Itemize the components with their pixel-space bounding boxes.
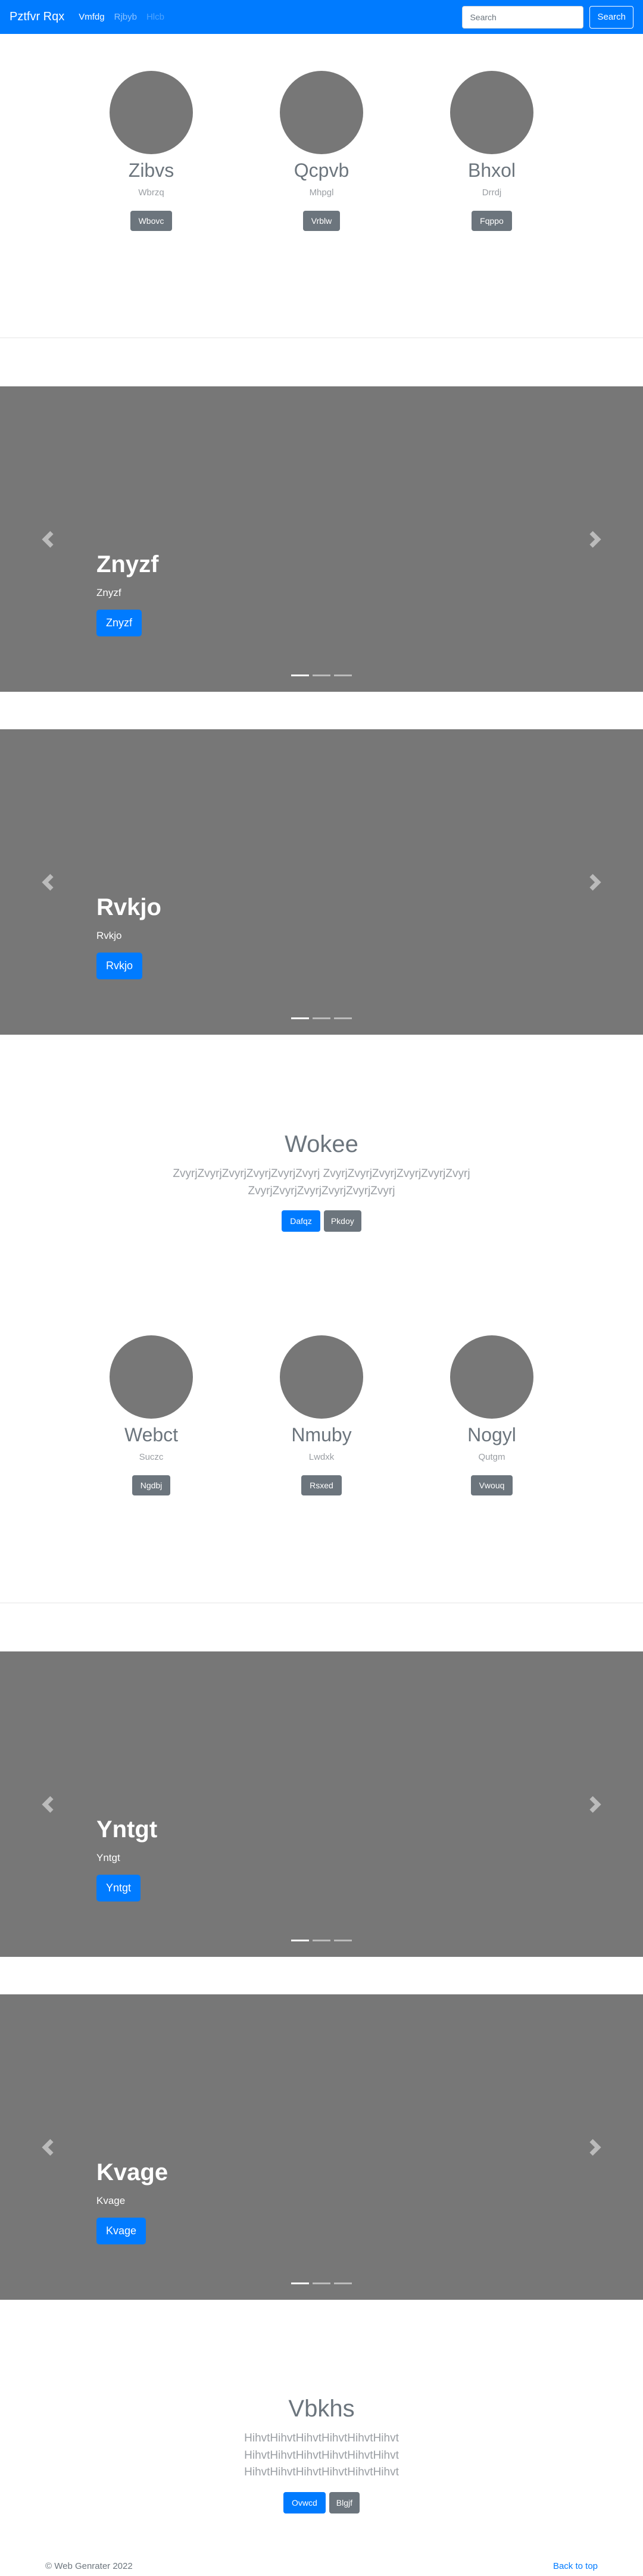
carousel-indicator[interactable] [334,1017,352,1019]
carousel-title: Znyzf [96,551,159,577]
carousel-indicators [0,2283,643,2284]
carousel-next-icon[interactable] [587,530,604,548]
carousel-caption: Rvkjo Rvkjo Rvkjo [96,893,161,979]
member-subtitle: Lwdxk [308,1452,335,1463]
carousel-prev-icon[interactable] [39,873,56,891]
avatar [450,1335,533,1419]
carousel-indicator[interactable] [291,1017,309,1019]
team-member: Nogyl Qutgm Vwouq [407,1335,577,1496]
search-button[interactable]: Search [589,5,633,29]
carousel-caption: Znyzf Znyzf Znyzf [96,550,158,636]
member-button[interactable]: Rsxed [301,1475,342,1496]
jumbotron-title: Wokee [285,1131,358,1157]
carousel-text: Rvkjo [96,930,122,941]
carousel-text: Kvage [96,2195,126,2206]
carousel-button[interactable]: Yntgt [96,1875,141,1901]
nav-link-1[interactable]: Vmfdg [79,12,104,22]
carousel-title: Yntgt [96,1816,158,1843]
carousel-indicator[interactable] [334,1940,352,1941]
jumbotron-primary-button[interactable]: Ovwcd [283,2491,326,2513]
member-subtitle: Drrdj [482,188,502,198]
carousel-prev-icon[interactable] [39,2138,56,2156]
carousel-button[interactable]: Kvage [96,2218,146,2244]
carousel-2: Rvkjo Rvkjo Rvkjo [0,729,643,1035]
member-name: Qcpvb [294,160,349,181]
carousel-4: Kvage Kvage Kvage [0,1994,643,2300]
carousel-indicator[interactable] [313,675,330,676]
jumbotron-secondary-button[interactable]: Blgjf [329,2491,360,2513]
carousel-indicators [0,1940,643,1941]
team-member: Qcpvb Mhpgl Vrblw [236,71,407,232]
jumbotron-primary-button[interactable]: Dafqz [282,1210,320,1232]
jumbotron-text: ZvyrjZvyrjZvyrjZvyrjZvyrjZvyrj ZvyrjZvyr… [173,1167,470,1197]
jumbotron-buttons: Dafqz Pkdoy [0,1210,643,1232]
carousel-indicator[interactable] [291,675,309,676]
member-name: Nogyl [467,1424,516,1445]
member-subtitle: Suczc [139,1452,164,1463]
footer: © Web Genrater 2022 Back to top [0,2561,643,2571]
carousel-title: Rvkjo [96,894,161,920]
carousel-next-icon[interactable] [587,2138,604,2156]
carousel-next-icon[interactable] [587,1796,604,1813]
carousel-next-icon[interactable] [587,873,604,891]
jumbotron-text: HihvtHihvtHihvtHihvtHihvtHihvt HihvtHihv… [244,2432,399,2478]
carousel-button[interactable]: Znyzf [96,610,142,636]
carousel-button[interactable]: Rvkjo [96,953,143,979]
jumbotron-2: Vbkhs HihvtHihvtHihvtHihvtHihvtHihvt Hih… [0,2394,643,2513]
member-name: Bhxol [467,160,516,181]
member-button[interactable]: Fqppo [472,211,512,232]
jumbotron-1: Wokee ZvyrjZvyrjZvyrjZvyrjZvyrjZvyrj Zvy… [0,1130,643,1232]
navbar-brand[interactable]: Pztfvr Rqx [10,10,64,24]
navbar: Pztfvr Rqx Vmfdg Rjbyb Hlcb Search [0,0,643,34]
carousel-prev-icon[interactable] [39,1796,56,1813]
member-subtitle: Wbrzq [138,188,164,198]
carousel-indicator[interactable] [313,2283,330,2284]
member-name: Zibvs [128,160,174,181]
carousel-indicator[interactable] [313,1940,330,1941]
carousel-caption: Kvage Kvage Kvage [96,2158,168,2244]
nav-link-3-disabled: Hlcb [146,12,164,22]
carousel-indicator[interactable] [334,675,352,676]
team-member: Bhxol Drrdj Fqppo [407,71,577,232]
member-button[interactable]: Vrblw [302,211,341,232]
carousel-indicator[interactable] [334,2283,352,2284]
carousel-caption: Yntgt Yntgt Yntgt [96,1815,157,1901]
carousel-indicator[interactable] [291,2283,309,2284]
carousel-indicator[interactable] [291,1940,309,1941]
carousel-text: Yntgt [96,1852,120,1863]
back-to-top-link[interactable]: Back to top [553,2561,598,2571]
member-button[interactable]: Wbovc [130,211,173,232]
footer-copyright: © Web Genrater 2022 [45,2561,133,2571]
avatar [280,71,363,154]
carousel-indicator[interactable] [313,1017,330,1019]
team-section-2: Webct Suczc Ngdbj Nmuby Lwdxk Rsxed Nogy… [0,1335,643,1496]
jumbotron-secondary-button[interactable]: Pkdoy [323,1210,361,1232]
team-member: Zibvs Wbrzq Wbovc [66,71,236,232]
jumbotron-buttons: Ovwcd Blgjf [0,2491,643,2513]
member-button[interactable]: Ngdbj [132,1475,171,1496]
member-name: Nmuby [291,1424,352,1445]
carousel-1: Znyzf Znyzf Znyzf [0,386,643,692]
avatar [450,71,533,154]
carousel-indicators [0,1017,643,1019]
team-member: Webct Suczc Ngdbj [66,1335,236,1496]
member-button[interactable]: Vwouq [470,1475,513,1496]
avatar [280,1335,363,1419]
team-section-1: Zibvs Wbrzq Wbovc Qcpvb Mhpgl Vrblw Bhxo… [0,71,643,232]
member-subtitle: Mhpgl [309,188,334,198]
team-member: Nmuby Lwdxk Rsxed [236,1335,407,1496]
carousel-3: Yntgt Yntgt Yntgt [0,1651,643,1957]
carousel-text: Znyzf [96,587,121,598]
carousel-indicators [0,675,643,676]
jumbotron-title: Vbkhs [288,2396,355,2422]
member-name: Webct [124,1424,179,1445]
avatar [110,1335,193,1419]
carousel-title: Kvage [96,2159,168,2185]
search-input[interactable] [462,5,584,29]
avatar [110,71,193,154]
carousel-prev-icon[interactable] [39,530,56,548]
navbar-search-form: Search [462,5,633,29]
member-subtitle: Qutgm [478,1452,505,1463]
nav-link-2[interactable]: Rjbyb [114,12,137,22]
